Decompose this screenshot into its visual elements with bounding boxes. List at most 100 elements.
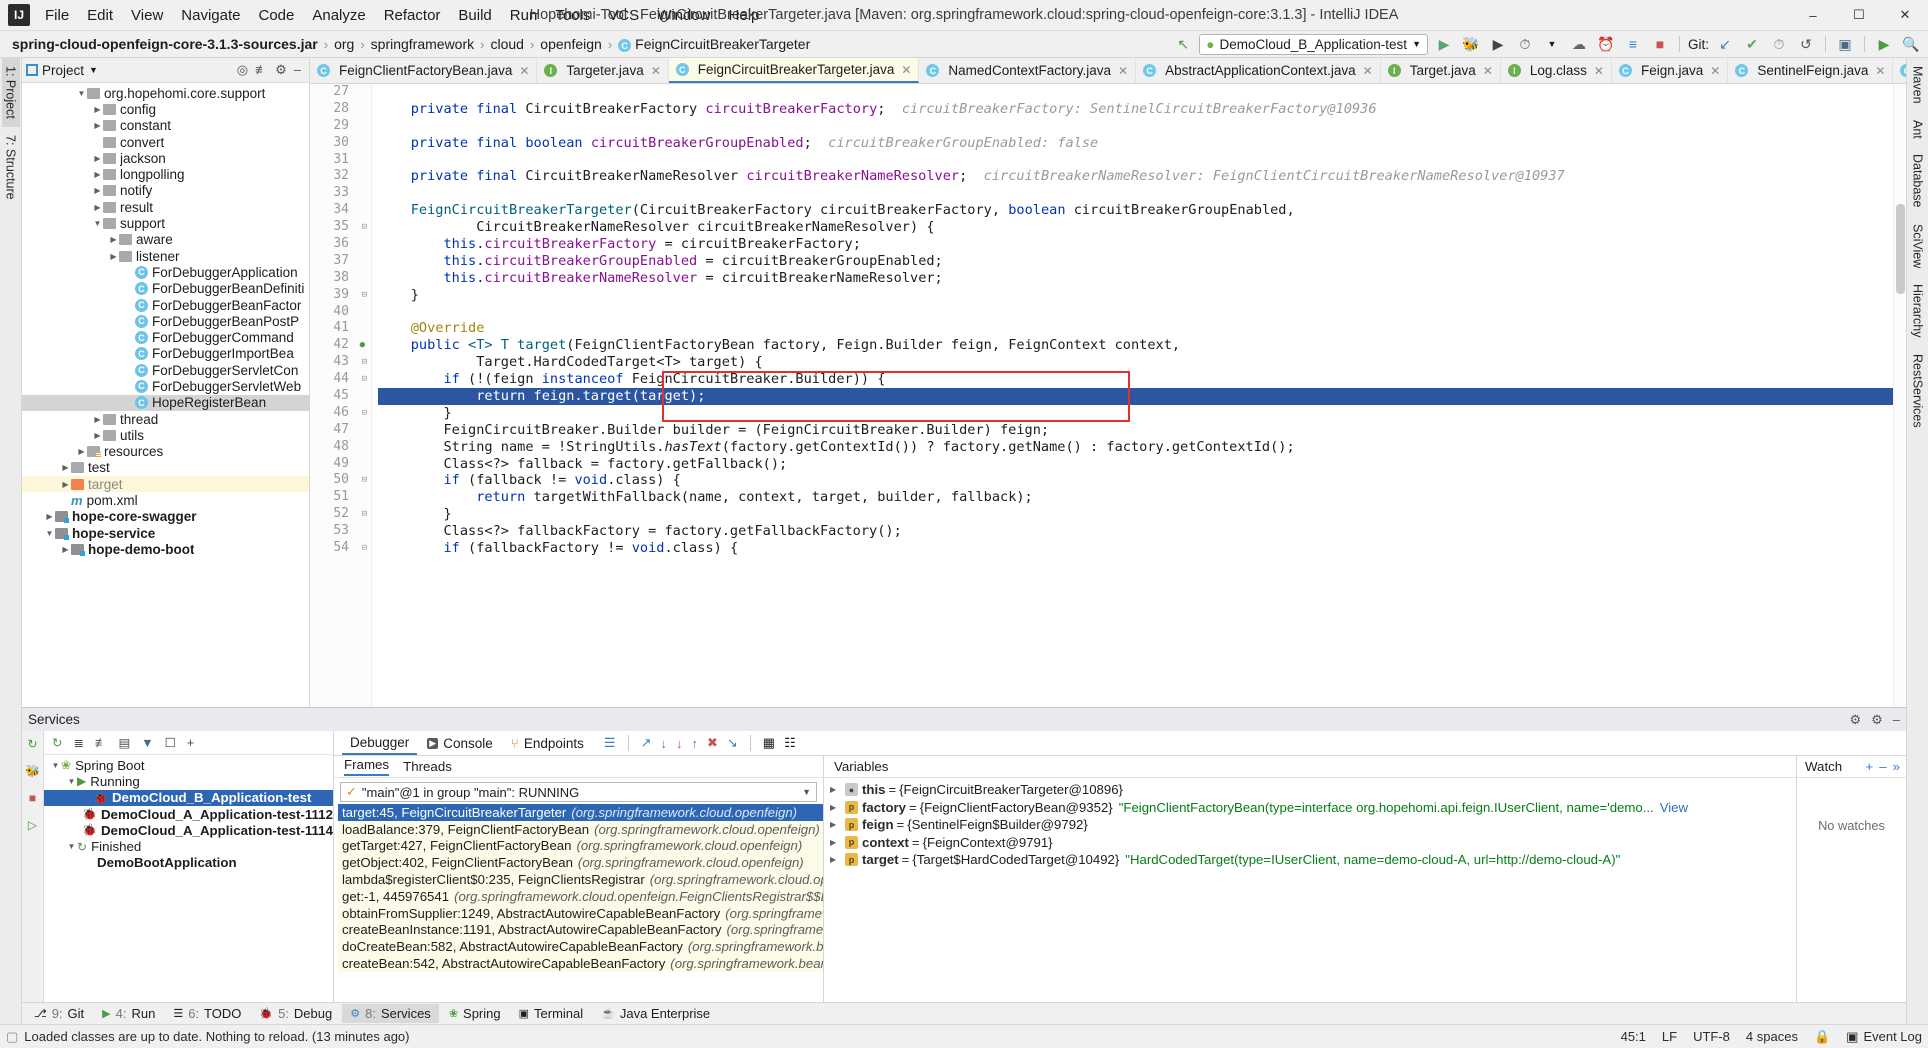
menu-item-refactor[interactable]: Refactor [375,4,450,27]
variable-row[interactable]: ▶ p feign = {SentinelFeign$Builder@9792} [824,816,1796,834]
stop-icon[interactable]: ■ [29,791,36,805]
fold-marker-icon[interactable]: ⊟ [362,405,367,422]
chevron-right-icon[interactable]: ▶ [92,121,103,130]
git-rollback-icon[interactable]: ↺ [1795,34,1817,55]
variable-row[interactable]: ▶ p target = {Target$HardCodedTarget@10492} "… [824,851,1796,869]
gutter-line-number[interactable]: 43 ⊟ [310,354,371,371]
chevron-down-icon[interactable]: ▼ [66,842,77,851]
chevron-down-icon[interactable]: ▼ [89,65,98,75]
menu-item-view[interactable]: View [122,4,172,27]
project-tree-item[interactable]: ▶ hope-core-swagger [22,509,309,525]
tool-tab-structure[interactable]: 7: Structure [2,127,20,208]
chevron-right-icon[interactable]: ▶ [44,512,55,521]
gutter-line-number[interactable]: 30 [310,135,371,152]
editor-tab-1[interactable]: I Targeter.java ✕ [537,58,669,83]
gear-icon[interactable]: ⚙ [1871,712,1883,728]
hide-icon[interactable]: – [1893,712,1900,728]
code-line[interactable]: return targetWithFallback(name, context,… [378,489,1906,506]
rerun-icon[interactable]: ↻ [27,737,37,751]
tool-window-button-debug[interactable]: 🐞 5: Debug [251,1004,340,1023]
hide-icon[interactable]: – [294,62,301,78]
gutter-line-number[interactable]: 27 [310,84,371,101]
code-line[interactable] [378,152,1906,169]
line-separator[interactable]: LF [1662,1029,1677,1044]
gutter-line-number[interactable]: 51 [310,489,371,506]
make-project-icon[interactable]: ≡ [1622,34,1644,55]
frames-list[interactable]: target:45, FeignCircuitBreakerTargeter (o… [334,804,823,1002]
stack-frame-row[interactable]: target:45, FeignCircuitBreakerTargeter (o… [338,804,823,821]
source-code[interactable]: private final CircuitBreakerFactory circ… [372,84,1906,707]
git-update-icon[interactable]: ↙ [1714,34,1736,55]
locate-icon[interactable]: ◎ [237,62,248,78]
chevron-right-icon[interactable]: ▶ [108,252,119,261]
service-tree-item[interactable]: 🐞DemoCloud_A_Application-test-1112:111 [44,806,333,822]
service-tree-item[interactable]: 🐞DemoCloud_A_Application-test-1114:111 [44,822,333,838]
filter-icon[interactable]: ▼ [141,736,153,750]
step-over-icon[interactable]: ↗ [641,735,652,751]
chevron-right-icon[interactable]: ▶ [92,186,103,195]
breadcrumb-item-4[interactable]: openfeign [536,35,606,53]
code-line[interactable]: if (fallbackFactory != void.class) { [378,540,1906,557]
project-tree-item[interactable]: ▶ config [22,101,309,117]
menu-item-analyze[interactable]: Analyze [303,4,374,27]
back-arrow-icon[interactable]: ↖ [1172,34,1194,55]
project-tree-item[interactable]: ▶ jackson [22,150,309,166]
remove-watch-icon[interactable]: – [1879,759,1886,774]
gutter-line-number[interactable]: 32 [310,168,371,185]
code-line[interactable] [378,304,1906,321]
fold-marker-icon[interactable]: ⊟ [362,540,367,557]
editor-tab-0[interactable]: C FeignClientFactoryBean.java ✕ [310,58,538,83]
editor-scrollbar[interactable] [1893,84,1906,707]
gutter-line-number[interactable]: 35 ⊟ [310,219,371,236]
chevron-right-icon[interactable]: ▶ [830,855,841,864]
run-button[interactable]: ▶ [1433,34,1455,55]
chevron-down-icon[interactable]: ▼ [76,89,87,98]
editor-tab-8[interactable]: C SentinelFeign.java ✕ [1728,58,1894,83]
stop-icon[interactable]: ⏰ [1595,34,1617,55]
project-tree-item[interactable]: convert [22,134,309,150]
resume-icon[interactable]: ▷ [28,818,37,832]
variable-row[interactable]: ▶ p context = {FeignContext@9791} [824,834,1796,852]
tool-tab-project[interactable]: 1: Project [1,58,20,127]
tool-tab-database[interactable]: Database [1909,146,1927,216]
chevron-right-icon[interactable]: ▶ [60,545,71,554]
services-tree[interactable]: ▼ ❀ Spring Boot ▼ ▶ Running 🐞 DemoCloud_B_Appli… [44,755,333,1002]
run-with-coverage-button[interactable]: ▶ [1487,34,1509,55]
settings-group-icon[interactable]: ⚙ [1849,712,1861,728]
file-encoding[interactable]: UTF-8 [1693,1029,1730,1044]
project-tree-item[interactable]: ▶ constant [22,118,309,134]
tool-window-button-run[interactable]: ▶ 4: Run [94,1004,163,1023]
evaluate-expression-icon[interactable]: ▦ [763,735,775,751]
chevron-right-icon[interactable]: ▶ [830,785,841,794]
project-tree-item[interactable]: m pom.xml [22,492,309,508]
gutter-line-number[interactable]: 48 [310,439,371,456]
stack-frame-row[interactable]: obtainFromSupplier:1249, AbstractAutowir… [338,904,823,922]
code-line[interactable]: FeignCircuitBreaker.Builder builder = (F… [378,422,1906,439]
code-line[interactable]: this.circuitBreakerGroupEnabled = circui… [378,253,1906,270]
project-tree-item[interactable]: ▶ utils [22,427,309,443]
event-log-button[interactable]: ▣ Event Log [1846,1029,1922,1045]
add-service-icon[interactable]: + [187,736,194,750]
stack-frame-row[interactable]: getTarget:427, FeignClientFactoryBean (or… [338,837,823,855]
code-area[interactable]: 27 28 29 30 31 32 33 34 35 ⊟ 36 37 38 39 ⊟ 40 41 42 ● 43 ⊟ 44… [310,84,1906,707]
project-tree-item[interactable]: ▶ result [22,199,309,215]
code-line[interactable]: Class<?> fallback = factory.getFallback(… [378,456,1906,473]
mute-breakpoints-icon[interactable]: ☰ [604,735,616,751]
code-line[interactable]: CircuitBreakerNameResolver circuitBreake… [378,219,1906,236]
project-tree-item[interactable]: ▶ notify [22,183,309,199]
chevron-down-icon[interactable]: ▼ [802,787,811,797]
close-icon[interactable]: ✕ [1118,64,1128,78]
tool-window-button-todo[interactable]: ☰ 6: TODO [165,1004,249,1023]
minimize-button[interactable]: – [1790,0,1836,30]
gear-icon[interactable]: ⚙ [275,62,287,78]
gutter-line-number[interactable]: 42 ● [310,337,371,354]
expand-all-icon[interactable]: ≣ [73,735,83,750]
project-tree-item[interactable]: ▼ org.hopehomi.core.support [22,85,309,101]
tool-tab-sciview[interactable]: SciView [1909,216,1927,276]
code-line[interactable]: } [378,287,1906,304]
chevron-right-icon[interactable]: ▶ [92,431,103,440]
chevron-right-icon[interactable]: ▶ [830,803,841,812]
gutter-line-number[interactable]: 37 [310,253,371,270]
project-tree-item[interactable]: C ForDebuggerBeanFactor [22,297,309,313]
caret-position[interactable]: 45:1 [1621,1029,1646,1044]
